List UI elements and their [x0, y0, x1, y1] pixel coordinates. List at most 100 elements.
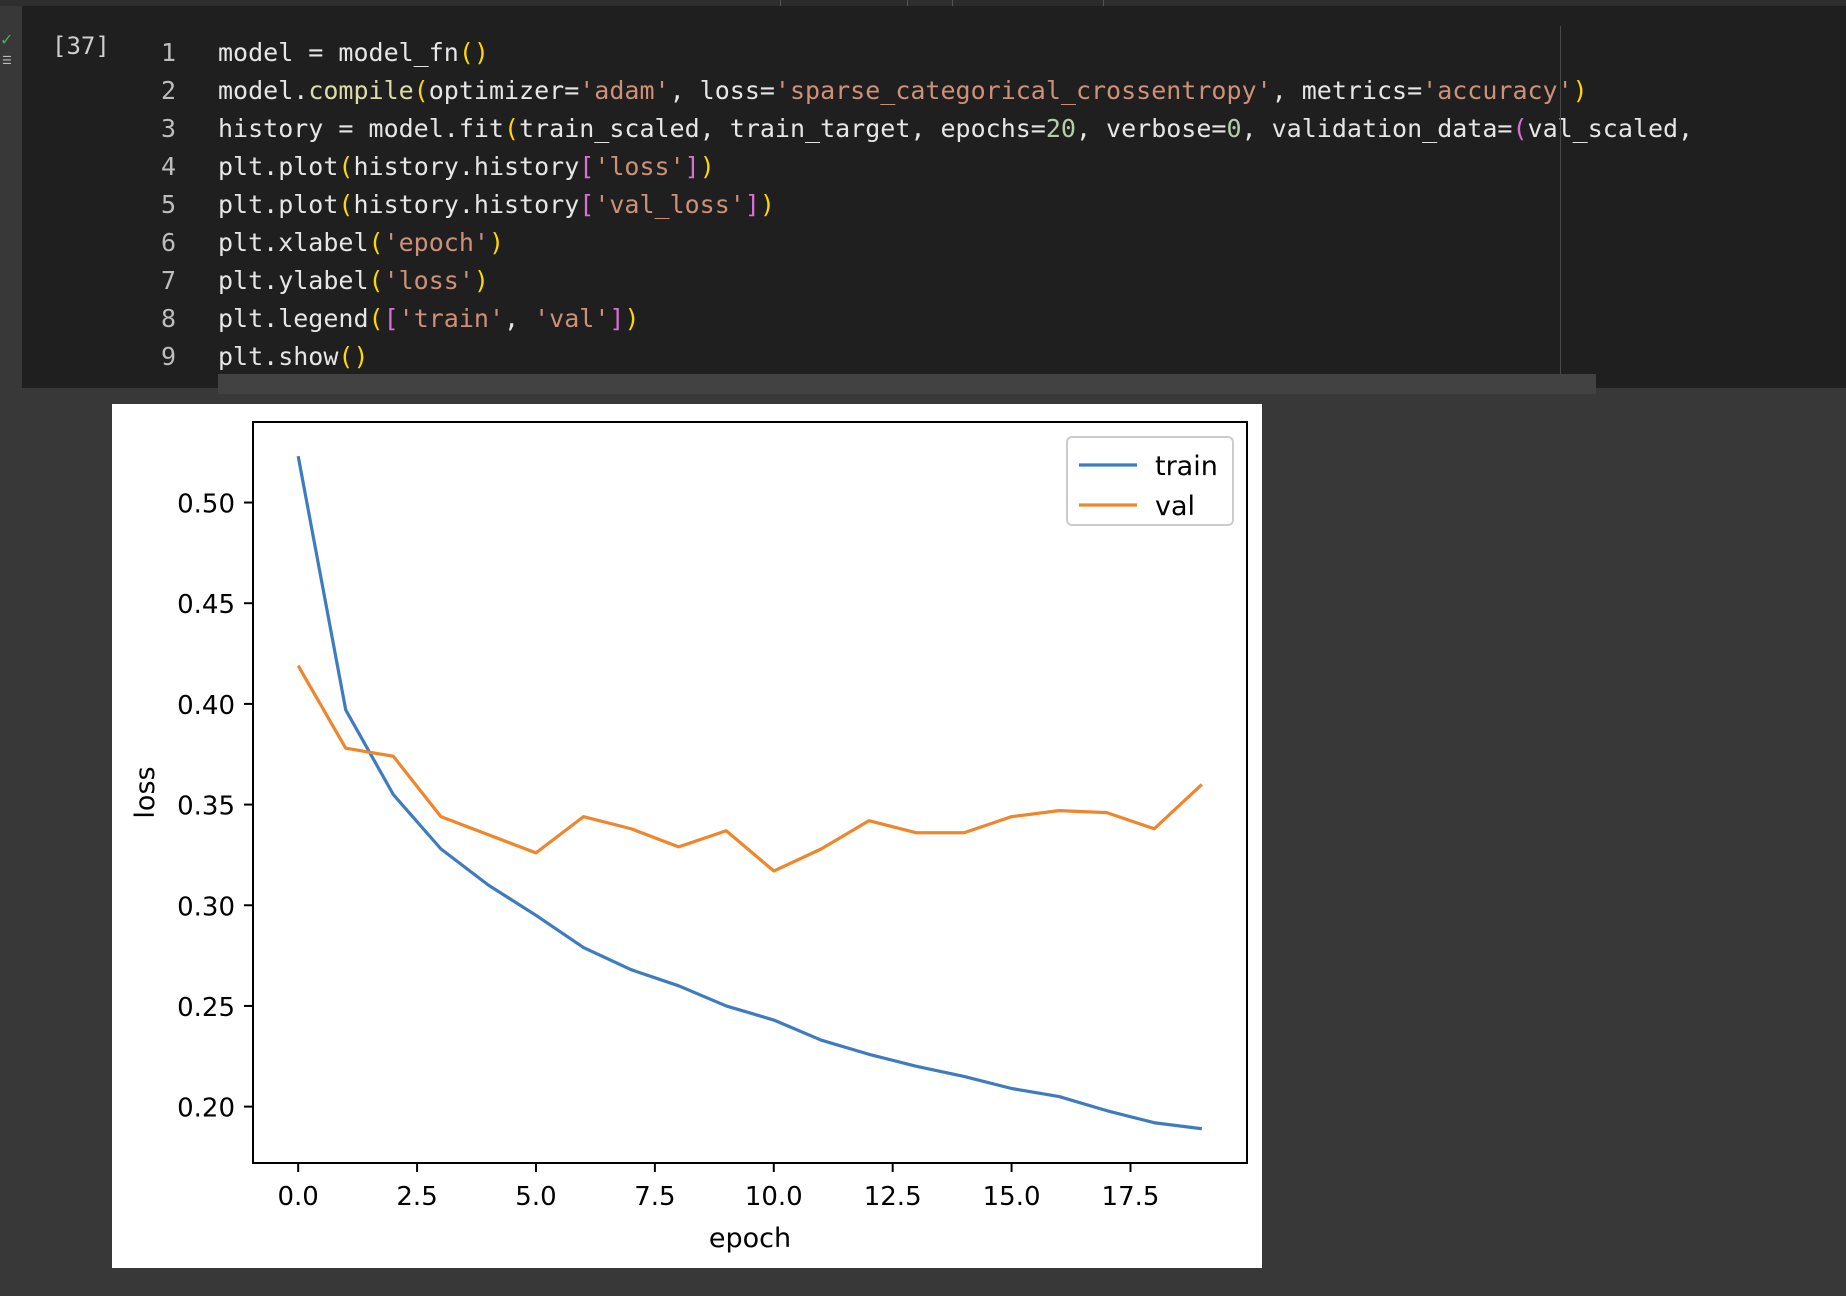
x-tick-label: 7.5: [634, 1182, 675, 1212]
horizontal-scrollbar[interactable]: [218, 374, 1596, 394]
code-token: ): [759, 190, 775, 219]
line-number: 5: [160, 190, 176, 219]
code-token: [: [579, 152, 595, 181]
code-token: val_scaled,: [1527, 114, 1709, 143]
code-token: 'val': [534, 304, 610, 333]
line-number: 8: [160, 304, 176, 333]
code-line[interactable]: 1 model = model_fn(): [142, 34, 1708, 72]
code-token: 'train': [398, 304, 504, 333]
code-token: ): [699, 152, 715, 181]
code-token: , loss=: [669, 76, 775, 105]
code-line[interactable]: 6 plt.xlabel('epoch'): [142, 224, 1708, 262]
code-token: 'loss': [383, 266, 474, 295]
cell-gutter: ✓ ☰: [0, 6, 22, 386]
code-token: ): [1572, 76, 1588, 105]
code-token: plt.legend: [218, 304, 369, 333]
code-cell[interactable]: [37] 1 model = model_fn() 2 model.compile(o…: [22, 6, 1846, 394]
line-number: 6: [160, 228, 176, 257]
code-token: (: [368, 304, 384, 333]
x-tick-label: 2.5: [396, 1182, 437, 1212]
code-token: (): [338, 342, 369, 371]
series-line-train: [296, 455, 1203, 1131]
code-token: (: [503, 114, 520, 143]
code-token: ): [473, 266, 489, 295]
code-token: plt.plot: [218, 152, 339, 181]
code-line[interactable]: 5 plt.plot(history.history['val_loss']): [142, 186, 1708, 224]
cell-output: 0.20 0.25 0.30 0.35 0.40 0.45 0.50 0.0 2.5 5.0 7.5…: [112, 404, 1262, 1268]
code-token: , verbose=: [1075, 114, 1227, 143]
y-tick-label: 0.40: [177, 691, 235, 721]
code-token: ): [488, 228, 504, 257]
x-tick-label: 10.0: [745, 1182, 803, 1212]
loss-chart: 0.20 0.25 0.30 0.35 0.40 0.45 0.50 0.0 2.5 5.0 7.5…: [130, 421, 1248, 1254]
code-token: 20: [1045, 114, 1076, 143]
y-tick-label: 0.30: [177, 892, 235, 922]
legend-label-train: train: [1155, 451, 1218, 482]
x-tick-label: 15.0: [983, 1182, 1041, 1212]
y-tick-label: 0.45: [177, 590, 235, 620]
code-token: model = model_fn: [218, 38, 459, 67]
code-token: 'accuracy': [1422, 76, 1573, 105]
code-token: history.history: [353, 190, 580, 219]
code-token: (: [1512, 114, 1528, 143]
code-line[interactable]: 2 model.compile(optimizer='adam', loss='s…: [142, 72, 1708, 110]
plot-frame: [252, 421, 1248, 1164]
code-token: optimizer=: [428, 76, 580, 105]
code-token: 'val_loss': [594, 190, 745, 219]
code-line[interactable]: 4 plt.plot(history.history['loss']): [142, 148, 1708, 186]
y-axis-label: loss: [130, 766, 161, 818]
y-tick-label: 0.50: [177, 490, 235, 520]
code-token: (: [338, 190, 354, 219]
y-tick-label: 0.25: [177, 993, 235, 1023]
code-token: model.: [218, 76, 309, 105]
x-tick-label: 17.5: [1102, 1182, 1160, 1212]
code-token: train_scaled, train_target, epochs=: [519, 114, 1046, 143]
code-line[interactable]: 3 history = model.fit(train_scaled, train…: [142, 110, 1708, 148]
code-token: plt.xlabel: [218, 228, 369, 257]
run-status-mini-icon: ☰: [2, 54, 12, 67]
code-token: 0: [1226, 114, 1242, 143]
code-token: (: [338, 152, 354, 181]
code-line[interactable]: 9 plt.show(): [142, 338, 1708, 376]
y-tick-label: 0.35: [177, 792, 235, 822]
execution-count: [37]: [52, 32, 110, 60]
x-axis-label: epoch: [709, 1223, 791, 1254]
line-number: 3: [160, 114, 176, 143]
code-token: (): [458, 38, 489, 67]
legend-label-val: val: [1155, 491, 1195, 522]
code-token: ,: [504, 304, 535, 333]
code-line[interactable]: 7 plt.ylabel('loss'): [142, 262, 1708, 300]
code-token: 'adam': [579, 76, 670, 105]
code-token: ]: [744, 190, 760, 219]
line-number: 2: [160, 76, 176, 105]
code-token: (: [368, 228, 384, 257]
code-token: plt.show: [218, 342, 339, 371]
code-token: ]: [684, 152, 700, 181]
x-tick-label: 5.0: [515, 1182, 556, 1212]
code-token: 'sparse_categorical_crossentropy': [774, 76, 1272, 105]
code-token: history.history: [353, 152, 580, 181]
code-token: , metrics=: [1271, 76, 1423, 105]
code-token: 'loss': [594, 152, 685, 181]
code-token: , validation_data=: [1241, 114, 1513, 143]
code-token: ]: [609, 304, 625, 333]
line-length-ruler: [1560, 26, 1561, 394]
line-number: 7: [160, 266, 176, 295]
y-tick-label: 0.20: [177, 1094, 235, 1124]
code-token: (: [413, 76, 429, 105]
line-number: 9: [160, 342, 176, 371]
code-token: 'epoch': [383, 228, 489, 257]
code-token: history = model.fit: [218, 114, 504, 143]
code-token: ): [624, 304, 640, 333]
code-token: plt.plot: [218, 190, 339, 219]
code-token: [: [579, 190, 595, 219]
code-token: [: [383, 304, 399, 333]
x-tick-label: 12.5: [864, 1182, 922, 1212]
code-token: (: [368, 266, 384, 295]
x-tick-label: 0.0: [278, 1182, 319, 1212]
run-success-check-icon: ✓: [0, 30, 14, 49]
line-number: 4: [160, 152, 176, 181]
code-editor[interactable]: 1 model = model_fn() 2 model.compile(optimi…: [142, 34, 1708, 376]
code-line[interactable]: 8 plt.legend(['train', 'val']): [142, 300, 1708, 338]
code-token: plt.ylabel: [218, 266, 369, 295]
